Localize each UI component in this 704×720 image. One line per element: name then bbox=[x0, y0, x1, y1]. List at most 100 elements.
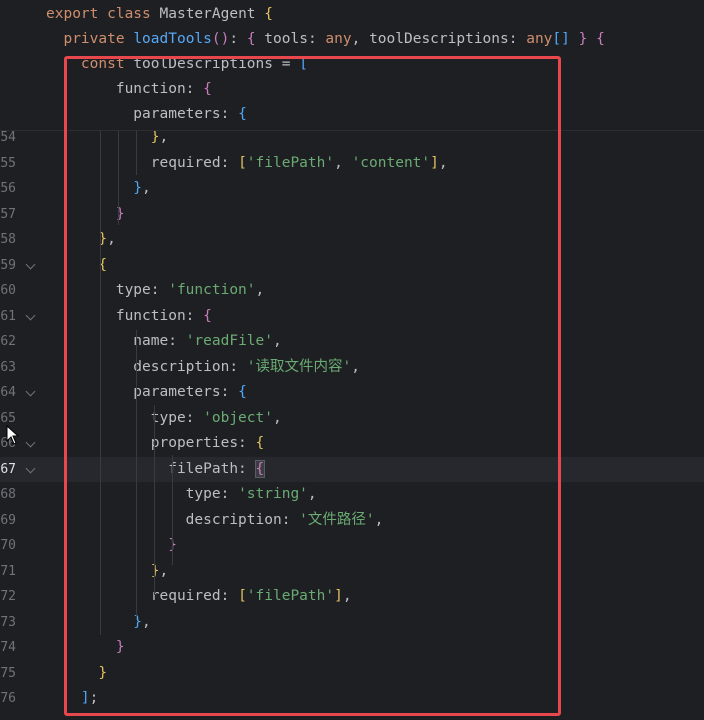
chevron-down-icon[interactable] bbox=[25, 463, 36, 473]
indent-guide bbox=[118, 125, 119, 225]
indent-guide bbox=[172, 455, 173, 565]
code-line[interactable]: 74 } bbox=[0, 635, 704, 660]
code-line[interactable]: 60 type: 'function', bbox=[0, 278, 704, 303]
code-line[interactable]: 57 } bbox=[0, 202, 704, 227]
code-token: , bbox=[272, 409, 282, 426]
code-token: , toolDescriptions: bbox=[351, 31, 527, 47]
code-text: type: 'string', bbox=[46, 482, 317, 507]
code-token: } bbox=[46, 613, 143, 630]
code-line[interactable]: 69 description: '文件路径', bbox=[0, 508, 704, 533]
code-token: any bbox=[526, 31, 553, 47]
code-line[interactable]: 71 }, bbox=[0, 559, 704, 584]
code-token: } bbox=[46, 562, 160, 579]
code-token: toolDescriptions = bbox=[133, 56, 300, 72]
code-token: () bbox=[211, 31, 230, 47]
code-text: filePath: { bbox=[46, 457, 266, 482]
code-token: , bbox=[351, 358, 360, 375]
code-text: function: { bbox=[46, 304, 212, 329]
code-line[interactable]: 63 description: '读取文件内容', bbox=[0, 355, 704, 380]
line-number: 69 bbox=[0, 512, 16, 528]
code-token: , bbox=[273, 333, 282, 349]
code-token: 'filePath' bbox=[246, 154, 335, 171]
code-token: , bbox=[142, 613, 151, 630]
code-line[interactable]: 73 }, bbox=[0, 610, 704, 635]
code-token: type: bbox=[46, 282, 169, 298]
sticky-scroll-header[interactable]: export class MasterAgent { private loadT… bbox=[0, 0, 704, 131]
line-number: 70 bbox=[0, 538, 16, 553]
code-text: { bbox=[46, 253, 107, 278]
code-token: function: bbox=[46, 307, 204, 324]
code-line[interactable]: 55 required: ['filePath', 'content'], bbox=[0, 151, 704, 176]
code-token: , bbox=[255, 282, 265, 298]
code-line[interactable]: 68 type: 'string', bbox=[0, 482, 704, 507]
line-number: 76 bbox=[0, 691, 16, 706]
code-token: { bbox=[255, 435, 265, 451]
code-token: , bbox=[159, 562, 169, 579]
code-text: required: ['filePath', 'content'], bbox=[46, 151, 448, 176]
code-token: const bbox=[46, 56, 134, 72]
code-line[interactable]: 75 } bbox=[0, 661, 704, 686]
code-line[interactable]: 66 properties: { bbox=[0, 431, 704, 456]
code-line[interactable]: 70 } bbox=[0, 533, 704, 558]
code-token: { bbox=[203, 307, 212, 324]
indent-guide bbox=[136, 330, 137, 620]
chevron-down-icon[interactable] bbox=[25, 310, 36, 320]
sticky-code-line[interactable]: parameters: { bbox=[0, 102, 704, 127]
code-token: private bbox=[46, 31, 134, 47]
sticky-code-line[interactable]: export class MasterAgent { bbox=[0, 2, 704, 27]
line-number: 75 bbox=[0, 665, 16, 681]
code-token: '文件路径' bbox=[299, 511, 375, 528]
code-token: required: bbox=[46, 154, 239, 171]
code-line[interactable]: 62 name: 'readFile', bbox=[0, 329, 704, 354]
code-token: } bbox=[46, 180, 143, 196]
code-token: : bbox=[229, 31, 247, 47]
code-token: , bbox=[107, 231, 116, 247]
code-line[interactable]: 56 }, bbox=[0, 176, 704, 201]
code-token: , bbox=[334, 154, 352, 171]
code-text: name: 'readFile', bbox=[46, 329, 282, 354]
line-number: 63 bbox=[0, 359, 16, 375]
code-line[interactable]: 64 parameters: { bbox=[0, 380, 704, 405]
code-token: description: bbox=[46, 358, 247, 375]
code-line[interactable]: 59 { bbox=[0, 253, 704, 278]
code-line[interactable]: 61 function: { bbox=[0, 304, 704, 329]
code-token: { bbox=[238, 384, 247, 400]
code-token: class bbox=[107, 6, 160, 22]
line-number: 68 bbox=[0, 487, 16, 502]
code-text: }, bbox=[46, 176, 150, 201]
code-text: } bbox=[46, 661, 107, 686]
line-number: 64 bbox=[0, 385, 16, 400]
code-token: { bbox=[246, 31, 265, 47]
code-token: 'object' bbox=[203, 409, 273, 426]
code-line[interactable]: 65 type: 'object', bbox=[0, 406, 704, 431]
code-line[interactable]: 58 }, bbox=[0, 227, 704, 252]
code-line[interactable]: 67 filePath: { bbox=[0, 456, 704, 482]
code-token: ; bbox=[89, 690, 99, 706]
chevron-down-icon[interactable] bbox=[25, 259, 36, 269]
chevron-down-icon[interactable] bbox=[25, 386, 36, 397]
code-text: description: '读取文件内容', bbox=[46, 355, 360, 380]
code-token: type: bbox=[46, 409, 204, 426]
line-number: 72 bbox=[0, 589, 16, 604]
code-token: export bbox=[46, 6, 108, 22]
code-line[interactable]: 76 ]; bbox=[0, 686, 704, 711]
code-token: , bbox=[438, 154, 448, 171]
code-token: } bbox=[46, 537, 177, 553]
code-token: [ bbox=[299, 56, 308, 72]
code-line[interactable]: 72 required: ['filePath'], bbox=[0, 584, 704, 609]
line-number: 74 bbox=[0, 640, 16, 655]
code-text: }, bbox=[46, 227, 116, 252]
sticky-code-line[interactable]: function: { bbox=[0, 77, 704, 102]
code-token: MasterAgent bbox=[159, 6, 265, 22]
code-token: [ bbox=[238, 588, 247, 604]
line-number: 56 bbox=[0, 181, 16, 196]
sticky-code-line[interactable]: private loadTools(): { tools: any, toolD… bbox=[0, 27, 704, 52]
code-text: required: ['filePath'], bbox=[46, 584, 352, 609]
code-token: } bbox=[46, 664, 108, 681]
line-number: 67 bbox=[0, 461, 16, 477]
code-editor[interactable]: export class MasterAgent { private loadT… bbox=[0, 0, 704, 720]
code-token: { bbox=[264, 6, 273, 22]
sticky-code-line[interactable]: const toolDescriptions = [ bbox=[0, 52, 704, 77]
chevron-down-icon[interactable] bbox=[25, 437, 36, 448]
